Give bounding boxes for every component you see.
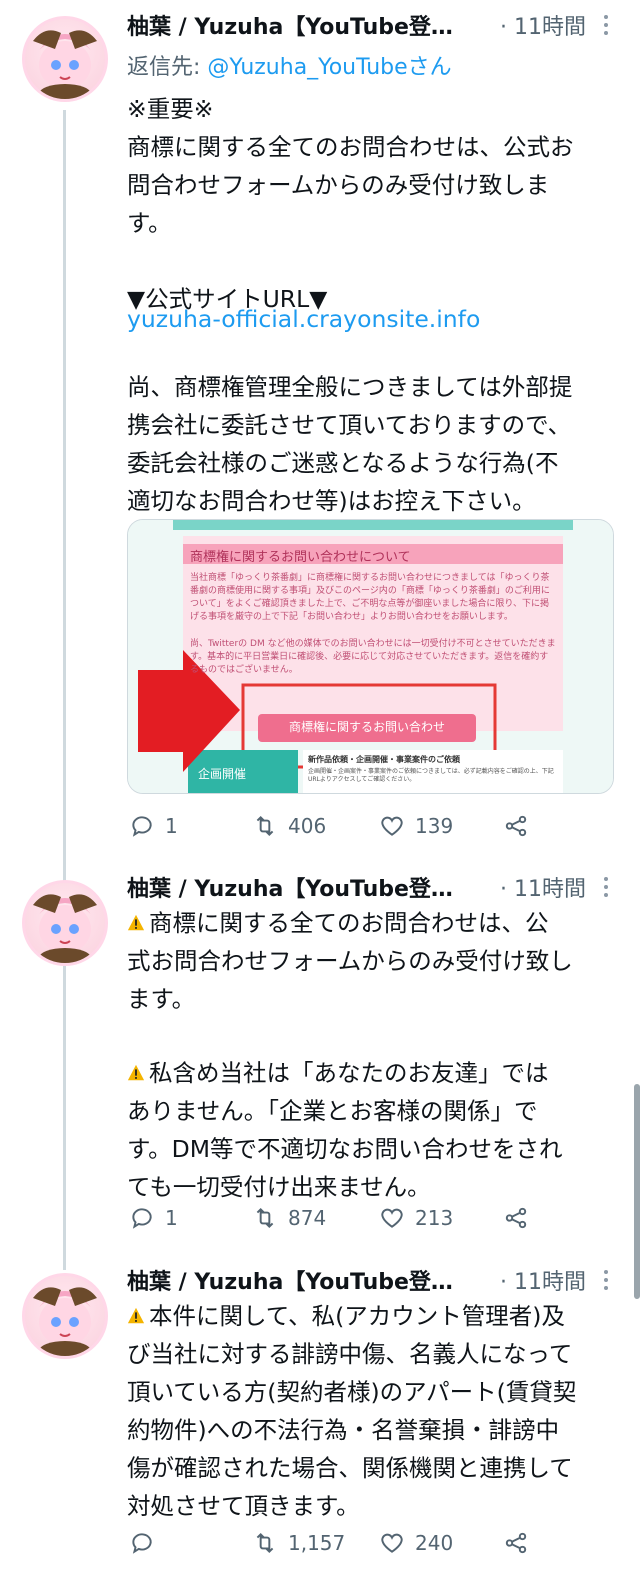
like-count: 213 <box>415 1206 454 1230</box>
reply-icon <box>132 816 152 837</box>
retweet-count: 874 <box>288 1206 327 1230</box>
tweet-actions: 1,157 240 <box>127 1525 547 1561</box>
avatar[interactable] <box>22 16 108 102</box>
tweet-actions: 1 874 213 <box>127 1200 547 1236</box>
media-heading: 商標権に関するお問い合わせについて <box>190 550 411 565</box>
scrollbar[interactable] <box>634 1084 640 1299</box>
media-inquiry-button: 商標権に関するお問い合わせ <box>288 720 445 734</box>
reply-icon <box>132 1533 152 1554</box>
more-icon[interactable] <box>602 874 610 904</box>
tweet-text: 商標に関する全てのお問合わせは、公 式お問合わせフォームからのみ受付け致し ます… <box>127 904 617 1018</box>
reply-icon <box>132 1208 152 1229</box>
reply-button[interactable]: 1 <box>129 1200 178 1236</box>
tweet-text-content: 商標に関する全てのお問合わせは、公 式お問合わせフォームからのみ受付け致し ます… <box>127 909 573 1013</box>
retweet-button[interactable]: 874 <box>252 1200 326 1236</box>
reply-count: 1 <box>165 1206 178 1230</box>
more-icon[interactable] <box>602 1267 610 1297</box>
timestamp[interactable]: · 11時間 <box>500 8 586 48</box>
retweet-count: 1,157 <box>288 1531 346 1555</box>
media-footer-text: 企画開催・企画案件・事業案件のご依頼につきましては、必ず記載内容をご確認の上、下… <box>308 768 554 783</box>
tweet-text: ※重要※ 商標に関する全てのお問合わせは、公式お 問合わせフォームからのみ受付け… <box>127 95 574 313</box>
media-paragraph-2: 尚、Twitterの DM など他の媒体でのお問い合わせには一切受付け不可とさせ… <box>190 639 556 675</box>
tweet-text: 本件に関して、私(アカウント管理者)及 び当社に対する誹謗中傷、名義人になって … <box>127 1297 617 1525</box>
warning-icon <box>127 1307 145 1324</box>
tweet-text-content: 本件に関して、私(アカウント管理者)及 び当社に対する誹謗中傷、名義人になって … <box>127 1302 577 1520</box>
like-icon <box>381 1533 403 1553</box>
website-link[interactable]: yuzuha-official.crayonsite.info <box>127 300 480 338</box>
share-button[interactable] <box>503 1200 529 1236</box>
warning-icon <box>127 1064 145 1081</box>
tweet-text-2: 尚、商標権管理全般につきましては外部提 携会社に委託させて頂いておりますので、 … <box>127 373 573 515</box>
reply-to: 返信先: @Yuzuha_YouTubeさん <box>127 50 452 86</box>
share-icon <box>505 1207 527 1229</box>
media-paragraph-1: 当社商標「ゆっくり茶番劇」に商標権に関するお問い合わせにつきましては「ゆっくり茶… <box>190 573 550 622</box>
media-footer-label: 企画開催 <box>198 767 247 781</box>
avatar[interactable] <box>22 880 108 966</box>
reply-button[interactable] <box>129 1525 165 1561</box>
share-icon <box>505 1532 527 1554</box>
retweet-button[interactable]: 406 <box>252 808 326 844</box>
more-icon[interactable] <box>602 12 610 42</box>
tweet-actions: 1 406 139 <box>127 808 547 844</box>
like-count: 139 <box>415 814 454 838</box>
media-footer-title: 新作品依頼・企画開催・事業案件のご依頼 <box>308 755 460 764</box>
like-button[interactable]: 213 <box>379 1200 453 1236</box>
like-button[interactable]: 240 <box>379 1525 453 1561</box>
like-button[interactable]: 139 <box>379 808 453 844</box>
thread-connector <box>63 110 66 1270</box>
tweet-text-content-2: 私含め当社は「あなたのお友達」では ありません。「企業とお客様の関係」で す。D… <box>127 1059 563 1201</box>
retweet-icon <box>256 1532 274 1554</box>
display-name[interactable]: 柚葉 / Yuzuha【YouTube登… <box>127 8 453 48</box>
retweet-icon <box>256 1207 274 1229</box>
like-icon <box>381 816 403 836</box>
attached-image[interactable]: 商標権に関するお問い合わせについて 当社商標「ゆっくり茶番劇」に商標権に関するお… <box>127 519 614 794</box>
share-button[interactable] <box>503 1525 529 1561</box>
like-count: 240 <box>415 1531 454 1555</box>
retweet-button[interactable]: 1,157 <box>252 1525 345 1561</box>
retweet-count: 406 <box>288 814 327 838</box>
reply-button[interactable]: 1 <box>129 808 178 844</box>
avatar[interactable] <box>22 1273 108 1359</box>
share-button[interactable] <box>503 808 529 844</box>
reply-to-handle[interactable]: @Yuzuha_YouTubeさん <box>207 55 451 80</box>
retweet-icon <box>256 815 274 837</box>
like-icon <box>381 1208 403 1228</box>
share-icon <box>505 815 527 837</box>
warning-icon <box>127 914 145 931</box>
tweet-text-2: 私含め当社は「あなたのお友達」では ありません。「企業とお客様の関係」で す。D… <box>127 1054 617 1206</box>
reply-count: 1 <box>165 814 178 838</box>
reply-to-label: 返信先: <box>127 55 208 80</box>
